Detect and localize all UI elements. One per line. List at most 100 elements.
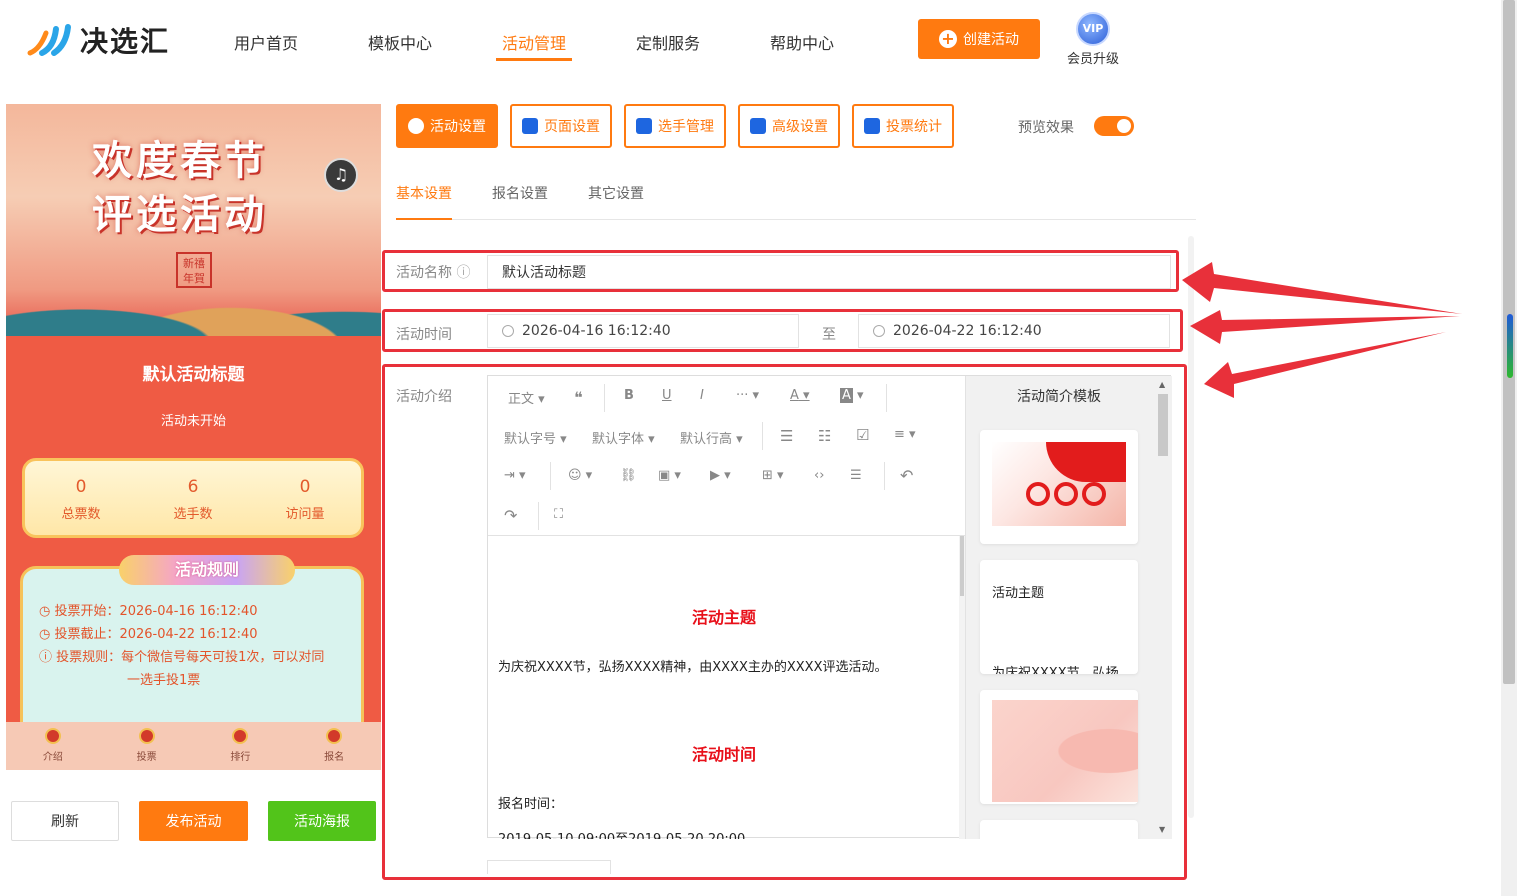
activity-name-input[interactable]: 默认活动标题 — [487, 255, 1171, 289]
link-icon[interactable]: ⛓ — [620, 468, 637, 483]
table-icon[interactable]: ⊞ ▾ — [762, 468, 784, 483]
toolbar-separator — [538, 502, 539, 530]
code-icon[interactable]: ‹› — [814, 468, 824, 483]
advanced-settings-button[interactable]: 高级设置 — [738, 104, 840, 148]
undo-icon[interactable]: ↶ — [900, 466, 913, 485]
end-time-input[interactable]: 2026-04-22 16:12:40 — [858, 314, 1170, 348]
tab-signup-settings[interactable]: 报名设置 — [492, 183, 548, 203]
bold-icon[interactable]: B — [624, 388, 634, 403]
template-card[interactable] — [980, 690, 1138, 804]
template-card[interactable] — [980, 820, 1138, 839]
intro-extra-field[interactable] — [487, 860, 611, 874]
template-card[interactable] — [980, 430, 1138, 544]
emoji-icon[interactable]: ☺ ▾ — [568, 468, 592, 483]
nav-templates[interactable]: 模板中心 — [368, 30, 432, 54]
font-color-icon[interactable]: A ▾ — [790, 388, 810, 403]
page-scrollbar[interactable] — [1501, 0, 1517, 896]
line-height-dropdown[interactable]: 默认行高 ▾ — [680, 428, 743, 447]
tab-other-settings[interactable]: 其它设置 — [588, 183, 644, 203]
nav-custom-service[interactable]: 定制服务 — [636, 30, 700, 54]
logo-text: 决选汇 — [80, 25, 171, 58]
nav-home[interactable]: 用户首页 — [234, 30, 298, 54]
music-icon[interactable]: ♫ — [324, 158, 358, 192]
numbered-list-icon[interactable]: ☷ — [818, 427, 831, 445]
template-scrollbar[interactable]: ▲ ▼ — [1156, 378, 1170, 836]
page-settings-button[interactable]: 页面设置 — [510, 104, 612, 148]
divider-icon[interactable]: ☰ — [850, 468, 862, 483]
template-scroll-thumb[interactable] — [1158, 394, 1168, 456]
preview-toggle[interactable] — [1094, 116, 1134, 136]
tool-label: A — [840, 388, 853, 403]
tab-ranking[interactable]: 排行 — [194, 722, 288, 770]
template-card[interactable]: 活动主题 为庆祝XXXX节，弘扬 — [980, 560, 1138, 674]
more-icon[interactable]: ··· ▾ — [736, 388, 759, 403]
ranking-icon — [232, 728, 249, 744]
preview-tabbar: 介绍 投票 排行 报名 — [6, 722, 381, 770]
toolbar-separator — [604, 384, 605, 412]
settings-list-icon — [750, 118, 766, 134]
help-icon[interactable]: ⓘ — [456, 265, 470, 281]
create-activity-button[interactable]: + 创建活动 — [918, 19, 1040, 59]
poster-button[interactable]: 活动海报 — [268, 801, 376, 841]
publish-button[interactable]: 发布活动 — [139, 801, 248, 841]
button-label: 高级设置 — [772, 119, 828, 135]
vip-upgrade[interactable]: VIP 会员升级 — [1064, 12, 1122, 68]
signup-icon — [326, 728, 343, 744]
content-scroll-thumb[interactable] — [960, 536, 964, 596]
nav-help[interactable]: 帮助中心 — [770, 30, 834, 54]
tab-intro[interactable]: 介绍 — [6, 722, 100, 770]
editor-content[interactable]: 活动主题 为庆祝XXXX节，弘扬XXXX精神，由XXXX主办的XXXX评选活动。… — [488, 536, 966, 839]
fullscreen-icon[interactable]: ⛶ — [554, 507, 563, 522]
font-family-dropdown[interactable]: 默认字体 ▾ — [592, 428, 655, 447]
refresh-button[interactable]: 刷新 — [11, 801, 119, 841]
redo-icon[interactable]: ↷ — [504, 506, 517, 525]
intro-icon — [44, 728, 61, 744]
vip-icon: VIP — [1076, 12, 1110, 46]
font-size-dropdown[interactable]: 默认字号 ▾ — [504, 428, 567, 447]
tab-basic-settings[interactable]: 基本设置 — [396, 183, 452, 203]
vip-label: 会员升级 — [1066, 52, 1119, 67]
underline-icon[interactable]: U — [662, 388, 672, 403]
image-icon[interactable]: ▣ ▾ — [658, 468, 681, 483]
content-scrollbar[interactable] — [959, 536, 965, 839]
checkbox-icon[interactable]: ☑ — [856, 426, 869, 444]
vote-statistics-button[interactable]: 投票统计 — [852, 104, 954, 148]
seal-stamp: 新禧年賀 — [176, 252, 212, 288]
tool-label: ··· — [736, 388, 749, 403]
arrow-to-intro — [1204, 332, 1446, 398]
toolbar-separator — [886, 384, 887, 412]
stats-card: 0 总票数 6 选手数 0 访问量 — [22, 458, 364, 538]
tab-signup[interactable]: 报名 — [287, 722, 381, 770]
toolbar-separator — [884, 462, 885, 490]
indent-icon[interactable]: ⇥ ▾ — [504, 468, 526, 483]
template-thumbnail — [992, 442, 1126, 526]
name-label: 活动名称 ⓘ — [396, 262, 470, 282]
paragraph-dropdown[interactable]: 正文 ▾ — [508, 388, 545, 407]
activity-settings-button[interactable]: 活动设置 — [396, 104, 498, 148]
scroll-up-icon[interactable]: ▲ — [1159, 380, 1165, 389]
bar-chart-icon — [864, 118, 880, 134]
banner: 欢度春节 评选活动 新禧年賀 ♫ — [6, 104, 381, 344]
stat-label: 访问量 — [285, 507, 325, 522]
bullet-list-icon[interactable]: ☰ — [780, 427, 793, 445]
time-separator: 至 — [822, 327, 836, 343]
content-heading-theme: 活动主题 — [691, 608, 756, 627]
align-icon[interactable]: ≡ ▾ — [894, 427, 916, 442]
decoration-ring — [1026, 482, 1050, 506]
tool-label: 默认行高 — [680, 432, 733, 447]
background-color-icon[interactable]: A ▾ — [840, 388, 864, 403]
rules-tag: 活动规则 — [119, 555, 295, 585]
quote-icon[interactable]: ❝ — [574, 388, 583, 407]
contestant-management-button[interactable]: 选手管理 — [624, 104, 726, 148]
video-icon[interactable]: ▶ ▾ — [710, 468, 731, 483]
start-time-input[interactable]: 2026-04-16 16:12:40 — [487, 314, 799, 348]
tab-vote[interactable]: 投票 — [100, 722, 194, 770]
nav-activity-management[interactable]: 活动管理 — [502, 30, 566, 54]
rule-start: ◷ 投票开始：2026-04-16 16:12:40 — [39, 604, 258, 619]
preview-status: 活动未开始 — [160, 414, 226, 429]
italic-icon[interactable]: I — [700, 388, 704, 403]
name-label-text: 活动名称 — [396, 265, 452, 281]
arrow-to-time — [1190, 310, 1460, 344]
logo[interactable]: 决选汇 — [26, 18, 186, 62]
scroll-down-icon[interactable]: ▼ — [1159, 825, 1165, 834]
